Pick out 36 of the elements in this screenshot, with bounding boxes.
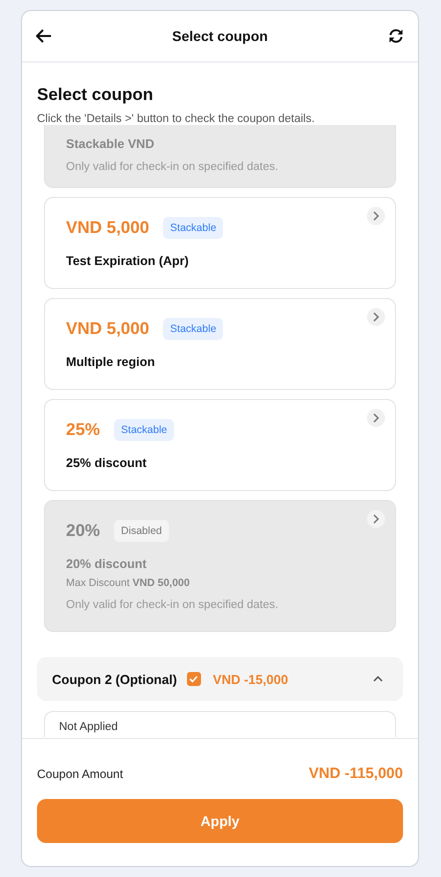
details-chevron-icon[interactable] bbox=[367, 308, 385, 326]
coupon-title: 25% discount bbox=[66, 456, 148, 470]
details-chevron-icon[interactable] bbox=[367, 409, 385, 427]
coupon-card[interactable]: 25% Stackable 25% discount bbox=[44, 399, 396, 491]
coupon-card[interactable]: VND 5,000 Stackable Multiple region bbox=[44, 298, 396, 390]
coupon-amount: VND 5,000 bbox=[66, 218, 150, 238]
max-discount-text: Max Discount VND 50,000 bbox=[66, 577, 191, 589]
checkmark-icon bbox=[189, 675, 198, 683]
refresh-icon[interactable] bbox=[388, 28, 404, 44]
coupon-card[interactable]: VND 5,000 Stackable Test Expiration (Apr) bbox=[44, 197, 396, 289]
hint-text: Click the 'Details >' button to check the coupon details. bbox=[37, 113, 316, 125]
status-tag: Stackable bbox=[163, 217, 224, 239]
coupon-note: Only valid for check-in on specified dates. bbox=[66, 161, 280, 173]
coupon-title: Stackable VND bbox=[66, 137, 156, 151]
coupon-title: Test Expiration (Apr) bbox=[66, 254, 190, 268]
page-title: Select coupon bbox=[172, 28, 268, 44]
coupon-amount-value: VND -115,000 bbox=[308, 765, 403, 782]
checkbox[interactable] bbox=[186, 672, 201, 686]
coupon-amount-label: Coupon Amount bbox=[37, 766, 124, 780]
coupon-note: Only valid for check-in on specified dates. bbox=[66, 599, 280, 611]
coupon-section-amount: VND -15,000 bbox=[212, 672, 288, 686]
coupon-title: 20% discount bbox=[66, 557, 148, 571]
section-title: Select coupon bbox=[37, 85, 154, 105]
coupon-section-header[interactable]: Coupon 2 (Optional) VND -15,000 bbox=[37, 657, 403, 701]
status-tag: Stackable bbox=[114, 419, 174, 441]
back-arrow-icon[interactable] bbox=[36, 29, 52, 43]
coupon-amount: 20% bbox=[66, 521, 100, 541]
coupon-amount: 25% bbox=[66, 420, 100, 440]
collapse-caret-icon[interactable] bbox=[373, 676, 383, 682]
coupon-option[interactable]: Not Applied bbox=[44, 711, 396, 737]
status-tag: Disabled bbox=[114, 520, 169, 542]
coupon-section-title: Coupon 2 (Optional) bbox=[52, 672, 177, 686]
details-chevron-icon[interactable] bbox=[367, 207, 385, 225]
coupon-amount: VND 5,000 bbox=[66, 319, 150, 339]
coupon-title: Multiple region bbox=[66, 355, 156, 369]
status-tag: Stackable bbox=[163, 318, 224, 340]
